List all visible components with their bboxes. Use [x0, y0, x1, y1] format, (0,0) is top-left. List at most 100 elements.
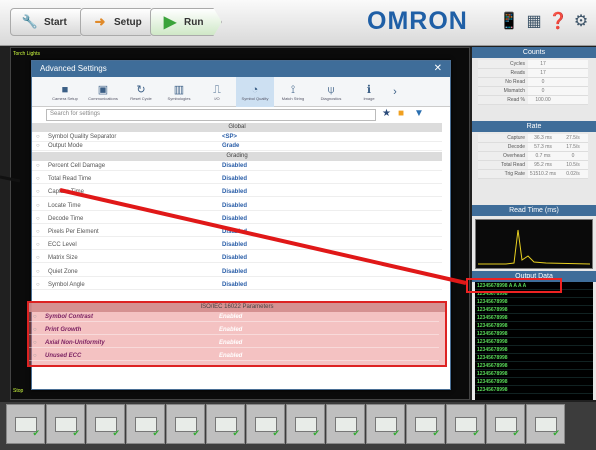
counts-key: Read % — [478, 96, 528, 104]
checkmark-icon: ✔ — [192, 428, 200, 438]
setting-value[interactable]: Disabled — [194, 242, 247, 248]
device-icon[interactable]: 📱 — [498, 10, 520, 32]
setting-row[interactable]: ○ Axial Non-Uniformity Enabled — [29, 339, 439, 348]
setting-row[interactable]: ○ Decode Time Disabled — [32, 215, 442, 224]
toolbar-image[interactable]: ℹ Image — [350, 77, 388, 107]
image-thumbnail[interactable]: ✔ — [326, 404, 365, 444]
camera-status-label: Torch Lights — [13, 51, 40, 57]
setting-row[interactable]: ○ Output Mode Grade — [32, 142, 442, 151]
setting-row[interactable]: ○ Print Growth Enabled — [29, 326, 439, 335]
setting-row[interactable]: ○ Percent Cell Damage Disabled — [32, 162, 442, 171]
star-icon[interactable]: ★ — [382, 108, 391, 120]
toolbar-reset-cycle[interactable]: ↻ Reset Cycle — [122, 77, 160, 107]
image-thumbnail[interactable]: ✔ — [486, 404, 525, 444]
display-icon: ▣ — [97, 83, 109, 96]
start-step-button[interactable]: 🔧 Start — [10, 8, 90, 36]
toolbar-label: Match String — [281, 95, 305, 101]
read-time-sparkline — [478, 229, 591, 265]
toolbar-communications[interactable]: ▣ Communications — [84, 77, 122, 107]
setting-name: Axial Non-Uniformity — [45, 340, 105, 346]
setting-row[interactable]: ○ Symbol Angle Disabled — [32, 281, 442, 290]
toolbar-io[interactable]: ⎍ I/O — [198, 77, 236, 107]
setting-value[interactable]: Enabled — [191, 353, 242, 359]
wrench-icon: 🔧 — [21, 14, 39, 29]
checkmark-icon: ✔ — [152, 428, 160, 438]
setting-value[interactable]: Disabled — [194, 269, 247, 275]
image-thumbnail[interactable]: ✔ — [166, 404, 205, 444]
image-thumbnail[interactable]: ✔ — [526, 404, 565, 444]
setup-step-button[interactable]: ➜ Setup — [80, 8, 160, 36]
diagnostics-icon: ⍦ — [327, 83, 335, 96]
setting-row[interactable]: ○ Quiet Zone Disabled — [32, 268, 442, 277]
bullet-icon: ○ — [33, 353, 37, 359]
image-thumbnail[interactable]: ✔ — [126, 404, 165, 444]
setting-row[interactable]: ○ Symbol Quality Separator <SP> — [32, 133, 442, 142]
setting-name: Decode Time — [48, 215, 84, 222]
setting-row[interactable]: ○ Matrix Size Disabled — [32, 254, 442, 264]
setting-name: Matrix Size — [48, 255, 78, 262]
image-thumbnail[interactable]: ✔ — [246, 404, 285, 444]
setting-value[interactable]: Disabled — [194, 282, 247, 288]
image-thumbnail[interactable]: ✔ — [6, 404, 45, 444]
bullet-icon: ○ — [36, 255, 40, 262]
chevron-down-icon[interactable]: ▼ — [414, 108, 424, 120]
setting-value[interactable]: Disabled — [194, 189, 247, 195]
folder-icon[interactable]: ■ — [398, 108, 404, 120]
toolbar-camera-setup[interactable]: ■ Camera Setup — [46, 77, 84, 107]
gear-icon[interactable]: ⚙ — [570, 10, 592, 32]
toolbar-match-string[interactable]: ⟟ Match String — [274, 77, 312, 107]
group-iso-header[interactable]: ISO/IEC 16022 Parameters — [29, 303, 445, 312]
toolbar-symbol-quality[interactable]: ◔ Symbol Quality — [236, 77, 274, 107]
output-row: 12345678998 — [475, 338, 593, 346]
setting-value[interactable]: <SP> — [194, 134, 237, 140]
setting-row[interactable]: ○ Total Read Time Disabled — [32, 175, 442, 185]
setting-name: Symbol Angle — [48, 281, 85, 288]
setting-value[interactable]: Disabled — [194, 255, 247, 261]
setting-value[interactable]: Disabled — [194, 216, 247, 222]
setting-row[interactable]: ○ ECC Level Disabled — [32, 241, 442, 251]
image-thumbnail[interactable]: ✔ — [406, 404, 445, 444]
setting-value[interactable]: Enabled — [191, 327, 242, 333]
group-global-header[interactable]: Global — [32, 123, 442, 132]
toolbar-symbologies[interactable]: ▥ Symbologies — [160, 77, 198, 107]
dialog-title: Advanced Settings — [32, 61, 450, 77]
image-thumbnail[interactable]: ✔ — [86, 404, 125, 444]
setting-row[interactable]: ○ Locate Time Disabled — [32, 202, 442, 211]
toolbar-diagnostics[interactable]: ⍦ Diagnostics — [312, 77, 350, 107]
close-icon[interactable]: ✕ — [434, 63, 442, 74]
image-view-icon[interactable]: ▦ — [523, 10, 545, 32]
help-icon[interactable]: ❓ — [547, 10, 569, 32]
reset-icon: ↻ — [136, 83, 146, 96]
image-thumbnail[interactable]: ✔ — [206, 404, 245, 444]
bullet-icon: ○ — [36, 189, 40, 196]
setting-row[interactable]: ○ Unused ECC Enabled — [29, 352, 439, 361]
setting-value[interactable]: Disabled — [194, 203, 247, 209]
image-thumbnail[interactable]: ✔ — [286, 404, 325, 444]
setting-value[interactable]: Enabled — [191, 314, 242, 320]
setting-value[interactable]: Enabled — [191, 340, 242, 346]
toolbar-scroll-right[interactable]: › — [388, 77, 402, 107]
read-time-graph — [475, 219, 593, 269]
setting-name: Symbol Contrast — [45, 314, 94, 320]
counts-key: Mismatch — [478, 87, 528, 95]
setting-row[interactable]: ○ Capture Time Disabled — [32, 188, 442, 198]
setting-value[interactable]: Disabled — [194, 229, 247, 235]
toolbar-label: Reset Cycle — [130, 95, 152, 101]
setting-value[interactable]: Disabled — [194, 176, 247, 182]
image-thumbnail[interactable]: ✔ — [446, 404, 485, 444]
settings-search-input[interactable]: Search for settings — [46, 109, 376, 121]
setting-row[interactable]: ○ Symbol Contrast Enabled — [29, 313, 439, 322]
bullet-icon: ○ — [36, 215, 40, 222]
setting-row[interactable]: ○ Pixels Per Element Disabled — [32, 228, 442, 237]
image-thumbnail[interactable]: ✔ — [46, 404, 85, 444]
rate-key: Capture — [478, 134, 528, 142]
counts-row: Cycles 17 — [478, 60, 588, 69]
rate-per-second: 0.02/s — [566, 171, 580, 177]
rate-per-second: 10.5/s — [566, 162, 580, 168]
group-grading-header[interactable]: Grading — [32, 152, 442, 161]
camera-stop-label: Stop — [13, 388, 24, 394]
setting-value[interactable]: Disabled — [194, 163, 247, 169]
image-thumbnail[interactable]: ✔ — [366, 404, 405, 444]
run-step-button[interactable]: ▶ Run — [150, 8, 222, 36]
setting-value[interactable]: Grade — [194, 143, 239, 149]
